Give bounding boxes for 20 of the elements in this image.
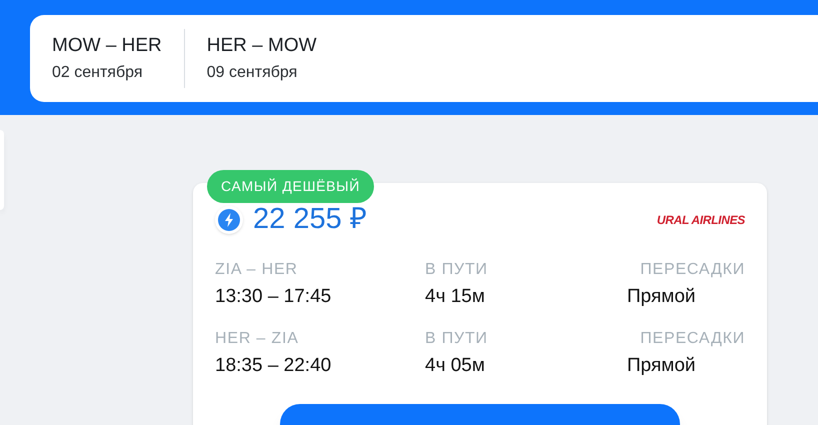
trip-date: 09 сентября xyxy=(206,65,298,81)
stops-label: ПЕРЕСАДКИ xyxy=(640,328,745,349)
trip-date: 02 сентября xyxy=(52,65,144,81)
segment-route: HER – ZIA xyxy=(215,328,300,349)
segment-times: 18:35 – 22:40 xyxy=(215,354,332,378)
duration-value: 4ч 15м xyxy=(425,285,486,309)
duration-label: В ПУТИ xyxy=(425,260,489,280)
lightning-icon xyxy=(215,206,243,234)
ticket-price: 22 255 ₽ xyxy=(253,205,367,234)
segment-times: 13:30 – 17:45 xyxy=(215,285,332,309)
duration-value: 4ч 05м xyxy=(425,354,486,378)
stops-value: Прямой xyxy=(627,285,696,309)
stops-label: ПЕРЕСАДКИ xyxy=(640,260,745,280)
stops-value: Прямой xyxy=(627,354,696,378)
route-title: MOW – HER xyxy=(52,36,162,55)
airline-logo: URAL AIRLINES xyxy=(656,212,745,228)
segment-route: ZIA – HER xyxy=(215,260,299,280)
badge: САМЫЙ ДЕШЁВЫЙ xyxy=(207,170,374,203)
route-title: HER – MOW xyxy=(206,36,317,55)
duration-label: В ПУТИ xyxy=(425,328,489,349)
